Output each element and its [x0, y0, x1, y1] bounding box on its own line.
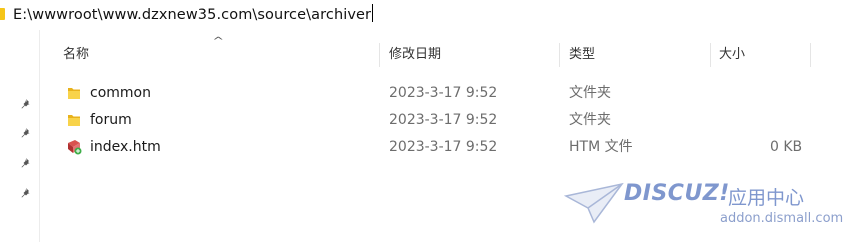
- column-header-name[interactable]: 名称: [63, 40, 363, 70]
- folder-icon: [0, 8, 5, 20]
- pin-icon[interactable]: [20, 187, 32, 199]
- file-row[interactable]: forum 2023-3-17 9:52 文件夹: [40, 107, 861, 134]
- pin-icon[interactable]: [20, 127, 32, 139]
- file-type: 文件夹: [569, 85, 611, 101]
- column-header-row: 名称 修改日期 类型 大小: [40, 40, 861, 70]
- watermark-label: 应用中心: [728, 187, 805, 209]
- file-size: 0 KB: [770, 139, 803, 155]
- column-header-modified[interactable]: 修改日期: [389, 40, 559, 70]
- text-caret: [372, 4, 374, 22]
- watermark-brand: DISCUZ!: [624, 181, 730, 206]
- column-divider[interactable]: [379, 43, 380, 67]
- column-divider[interactable]: [710, 43, 711, 67]
- htm-file-icon: [68, 140, 82, 155]
- column-header-type[interactable]: 类型: [569, 40, 709, 70]
- file-row[interactable]: common 2023-3-17 9:52 文件夹: [40, 80, 861, 107]
- file-name: index.htm: [90, 139, 161, 155]
- file-type: HTM 文件: [569, 139, 633, 155]
- file-modified: 2023-3-17 9:52: [389, 112, 498, 128]
- column-divider[interactable]: [810, 43, 811, 67]
- paper-plane-icon: [564, 182, 624, 224]
- file-name: common: [90, 85, 151, 101]
- folder-icon: [68, 88, 80, 99]
- watermark: DISCUZ! 应用中心 addon.dismall.com: [560, 176, 860, 236]
- file-modified: 2023-3-17 9:52: [389, 85, 498, 101]
- file-name: forum: [90, 112, 132, 128]
- folder-icon: [68, 115, 80, 126]
- pin-icon[interactable]: [20, 157, 32, 169]
- address-path-text: E:\wwwroot\www.dzxnew35.com\source\archi…: [13, 7, 372, 23]
- file-row[interactable]: index.htm 2023-3-17 9:52 HTM 文件 0 KB: [40, 134, 861, 161]
- column-header-size[interactable]: 大小: [719, 40, 809, 70]
- address-bar[interactable]: E:\wwwroot\www.dzxnew35.com\source\archi…: [0, 0, 861, 30]
- file-modified: 2023-3-17 9:52: [389, 139, 498, 155]
- watermark-url: addon.dismall.com: [720, 211, 844, 226]
- pin-icon[interactable]: [20, 98, 32, 110]
- file-type: 文件夹: [569, 112, 611, 128]
- column-divider[interactable]: [559, 43, 560, 67]
- quick-access-strip: [0, 30, 40, 242]
- address-path[interactable]: E:\wwwroot\www.dzxnew35.com\source\archi…: [13, 4, 374, 23]
